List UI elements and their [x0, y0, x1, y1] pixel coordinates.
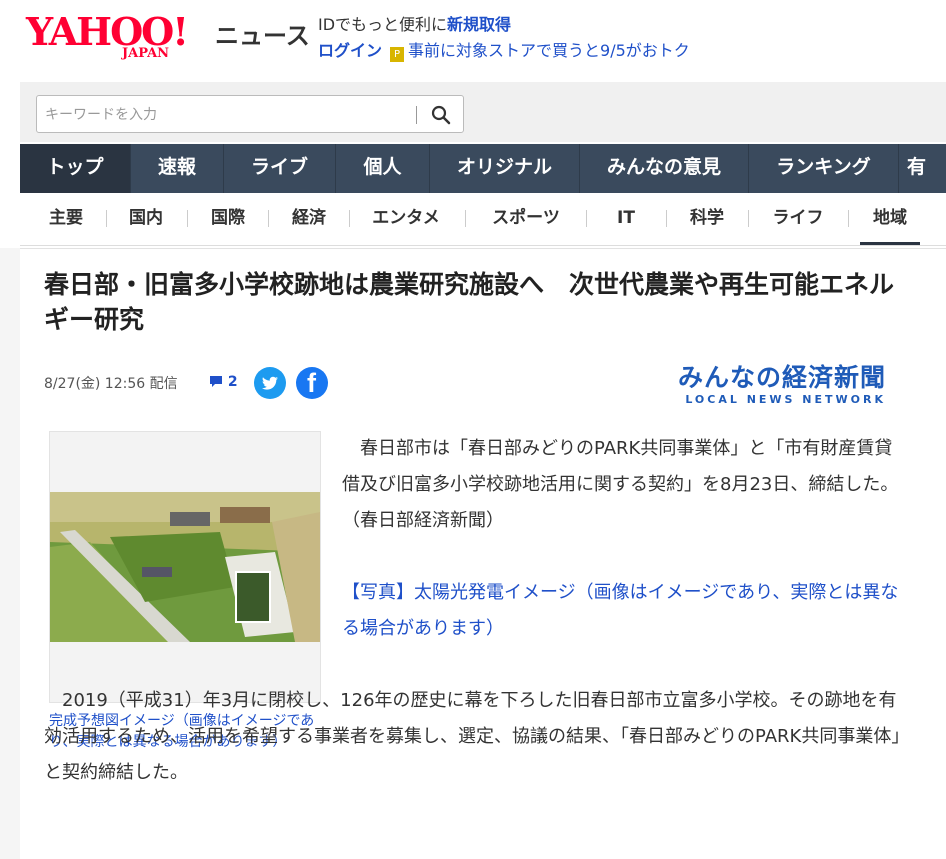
comment-icon [210, 376, 222, 387]
cnav-main[interactable]: 主要 [36, 193, 96, 245]
search-divider [416, 106, 417, 124]
cnav-world[interactable]: 国際 [198, 193, 258, 245]
gnav-breaking[interactable]: 速報 [131, 144, 224, 193]
facebook-icon: f [307, 368, 316, 398]
tpoint-icon: P [390, 47, 405, 62]
article: 春日部・旧富多小学校跡地は農業研究施設へ 次世代農業や再生可能エネルギー研究 8… [20, 248, 946, 859]
gnav-top[interactable]: トップ [20, 144, 131, 193]
paragraph-2: 2019（平成31）年3月に閉校し、126年の歴史に幕を下ろした旧春日部市立富多… [44, 690, 910, 783]
search-box [36, 95, 464, 133]
login-link[interactable]: ログイン [318, 41, 382, 60]
gnav-paid[interactable]: 有 [899, 144, 946, 193]
cnav-life[interactable]: ライフ [758, 193, 838, 245]
cnav-divider [349, 210, 350, 227]
cnav-divider [748, 210, 749, 227]
comment-link[interactable]: 2 [209, 374, 238, 390]
source-sub: LOCAL NEWS NETWORK [685, 393, 887, 406]
search-bar [20, 82, 946, 142]
facebook-share-button[interactable]: f [296, 367, 328, 399]
cnav-sports[interactable]: スポーツ [477, 193, 575, 245]
cnav-economy[interactable]: 経済 [279, 193, 339, 245]
cnav-it[interactable]: IT [596, 193, 656, 245]
gnav-personal[interactable]: 個人 [336, 144, 430, 193]
twitter-icon [262, 376, 278, 390]
store-promo-link[interactable]: 事前に対象ストアで買うと9/5がおトク [408, 41, 690, 60]
source-name: みんなの経済新聞 [678, 363, 887, 392]
photo-link[interactable]: 【写真】太陽光発電イメージ（画像はイメージであり、実際とは異なる場合があります） [342, 582, 898, 639]
gnav-original[interactable]: オリジナル [430, 144, 580, 193]
cnav-divider [268, 210, 269, 227]
cnav-divider [187, 210, 188, 227]
search-input[interactable] [43, 101, 417, 127]
logo-news: ニュース [215, 22, 310, 50]
cnav-divider [848, 210, 849, 227]
article-date: 8/27(金) 12:56 配信 [44, 376, 178, 392]
gnav-live[interactable]: ライブ [224, 144, 336, 193]
logo-japan: JAPAN [122, 46, 170, 61]
search-icon [431, 105, 451, 125]
promo-text: IDでもっと便利に [318, 15, 448, 34]
cnav-divider [666, 210, 667, 227]
twitter-share-button[interactable] [254, 367, 286, 399]
article-title: 春日部・旧富多小学校跡地は農業研究施設へ 次世代農業や再生可能エネルギー研究 [44, 270, 895, 334]
cnav-divider [586, 210, 587, 227]
signup-link[interactable]: 新規取得 [447, 15, 511, 34]
cnav-entertainment[interactable]: エンタメ [358, 193, 454, 245]
comment-count: 2 [227, 374, 238, 390]
search-button[interactable] [423, 100, 459, 128]
category-nav: 主要 国内 国際 経済 エンタメ スポーツ IT 科学 ライフ 地域 [20, 193, 946, 246]
source-logo[interactable]: みんなの経済新聞 LOCAL NEWS NETWORK [678, 363, 886, 406]
promo-area: IDでもっと便利に新規取得 ログイン P 事前に対象ストアで買うと9/5がおトク [318, 12, 690, 64]
article-body: 春日部市は「春日部みどりのPARK共同事業体」と「市有財産賃貸借及び旧富多小学校… [44, 431, 910, 827]
global-nav: トップ 速報 ライブ 個人 オリジナル みんなの意見 ランキング 有 [20, 144, 946, 193]
cnav-science[interactable]: 科学 [677, 193, 737, 245]
gnav-opinions[interactable]: みんなの意見 [580, 144, 749, 193]
gnav-ranking[interactable]: ランキング [749, 144, 899, 193]
cnav-local[interactable]: 地域 [860, 193, 920, 245]
cnav-divider [106, 210, 107, 227]
cnav-divider [465, 210, 466, 227]
cnav-domestic[interactable]: 国内 [116, 193, 176, 245]
